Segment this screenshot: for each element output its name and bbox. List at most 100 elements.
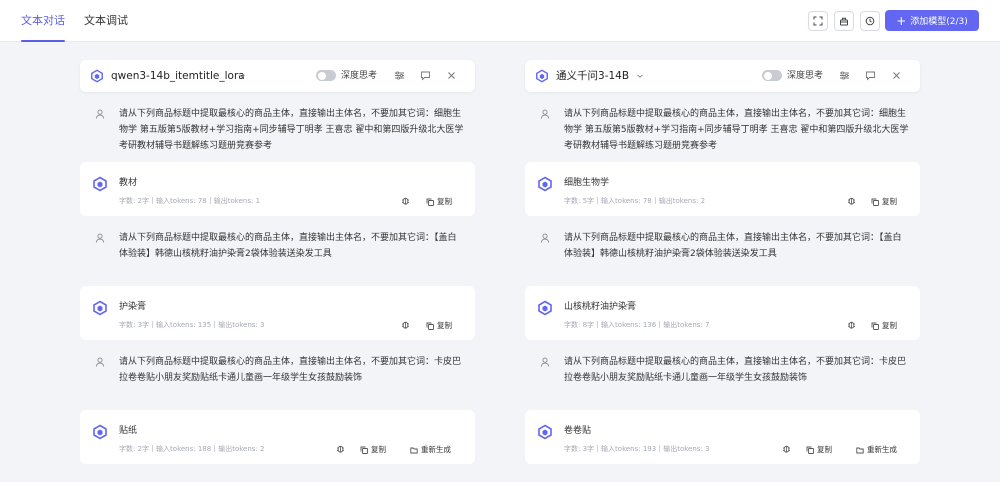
regenerate-button[interactable]: 重新生成 bbox=[856, 444, 897, 455]
settings-sliders-icon[interactable] bbox=[394, 70, 405, 81]
output-tokens: 输出tokens: 3 bbox=[663, 445, 710, 453]
settings-sliders-icon[interactable] bbox=[839, 70, 850, 81]
fullscreen-button[interactable] bbox=[808, 11, 828, 31]
user-message: 请从下列商品标题中提取最核心的商品主体，直接输出主体名，不要加其它词：卡皮巴拉卷… bbox=[525, 354, 920, 402]
deep-think-toggle[interactable] bbox=[762, 70, 782, 81]
output-tokens: 输出tokens: 2 bbox=[218, 445, 265, 453]
debug-icon[interactable] bbox=[401, 196, 410, 205]
copy-button[interactable]: 复制 bbox=[871, 320, 897, 331]
output-tokens: 输出tokens: 3 bbox=[218, 321, 265, 329]
input-tokens: 输入tokens: 136 bbox=[601, 321, 657, 329]
regenerate-label: 重新生成 bbox=[421, 445, 451, 454]
user-message: 请从下列商品标题中提取最核心的商品主体，直接输出主体名，不要加其它词：细胞生物学… bbox=[525, 106, 920, 154]
copy-button[interactable]: 复制 bbox=[806, 444, 832, 455]
debug-icon[interactable] bbox=[782, 444, 791, 453]
deep-think-label: 深度思考 bbox=[341, 71, 378, 81]
assistant-reply-text: 护染膏 bbox=[119, 302, 147, 312]
assistant-reply-text: 贴纸 bbox=[119, 426, 138, 436]
model-logo-icon bbox=[93, 424, 107, 440]
user-icon bbox=[540, 109, 550, 119]
model-column-right: 通义千问3-14B 深度思考 请从下列商品标题中提取最核心的商品主体，直接输出主… bbox=[525, 60, 920, 464]
prompt-icon[interactable] bbox=[420, 70, 431, 81]
assistant-reply-card: 教材 字数: 2字 输入tokens: 78 输出tokens: 1 复制 bbox=[80, 162, 475, 216]
add-model-label: 添加模型(2/3) bbox=[910, 17, 968, 27]
assistant-reply-card: 护染膏 字数: 3字 输入tokens: 135 输出tokens: 3 复制 bbox=[80, 286, 475, 340]
user-icon bbox=[95, 233, 105, 243]
output-tokens: 输出tokens: 1 bbox=[213, 197, 261, 205]
char-count: 字数: 8字 bbox=[564, 321, 595, 329]
char-count: 字数: 3字 bbox=[564, 445, 595, 453]
debug-icon[interactable] bbox=[847, 320, 856, 329]
user-message-text: 请从下列商品标题中提取最核心的商品主体，直接输出主体名，不要加其它词：细胞生物学… bbox=[119, 109, 464, 151]
model-column-left: qwen3-14b_itemtitle_lora 深度思考 请从下列商品标题中提… bbox=[80, 60, 475, 464]
copy-icon bbox=[871, 322, 879, 330]
copy-button[interactable]: 复制 bbox=[871, 196, 897, 207]
prompt-icon[interactable] bbox=[865, 70, 876, 81]
regenerate-button[interactable]: 重新生成 bbox=[410, 444, 451, 455]
debug-icon[interactable] bbox=[401, 320, 410, 329]
copy-button[interactable]: 复制 bbox=[360, 444, 386, 455]
model-logo-icon bbox=[93, 176, 107, 192]
input-tokens: 输入tokens: 193 bbox=[601, 445, 657, 453]
copy-icon bbox=[871, 198, 879, 206]
deep-think-label: 深度思考 bbox=[787, 71, 824, 81]
assistant-reply-text: 卷卷贴 bbox=[564, 426, 592, 436]
tab-text-debug[interactable]: 文本调试 bbox=[84, 0, 128, 42]
model-logo-icon bbox=[538, 176, 552, 192]
clear-icon bbox=[840, 17, 848, 26]
output-tokens: 输出tokens: 7 bbox=[663, 321, 710, 329]
history-icon bbox=[865, 16, 875, 26]
input-tokens: 输入tokens: 188 bbox=[156, 445, 212, 453]
model-logo-icon bbox=[538, 300, 552, 316]
copy-label: 复制 bbox=[437, 197, 452, 206]
model-logo-icon bbox=[93, 300, 107, 316]
add-model-button[interactable]: + 添加模型(2/3) bbox=[885, 10, 979, 31]
debug-icon[interactable] bbox=[336, 444, 345, 453]
copy-label: 复制 bbox=[882, 321, 897, 330]
model-header: 通义千问3-14B 深度思考 bbox=[525, 60, 920, 92]
copy-button[interactable]: 复制 bbox=[426, 196, 452, 207]
model-header: qwen3-14b_itemtitle_lora 深度思考 bbox=[80, 60, 475, 92]
copy-button[interactable]: 复制 bbox=[426, 320, 452, 331]
deep-think-toggle[interactable] bbox=[316, 70, 336, 81]
input-tokens: 输入tokens: 135 bbox=[156, 321, 212, 329]
reply-stats: 字数: 2字 输入tokens: 78 输出tokens: 1 bbox=[119, 196, 260, 206]
chevron-down-icon[interactable] bbox=[238, 72, 246, 80]
user-message-text: 请从下列商品标题中提取最核心的商品主体，直接输出主体名，不要加其它词：【盖白体验… bbox=[564, 233, 902, 259]
copy-icon bbox=[426, 322, 434, 330]
char-count: 字数: 5字 bbox=[564, 197, 595, 205]
folder-icon bbox=[856, 447, 864, 453]
copy-label: 复制 bbox=[371, 445, 386, 454]
model-name[interactable]: 通义千问3-14B bbox=[556, 60, 629, 92]
close-icon[interactable] bbox=[446, 70, 457, 81]
copy-icon bbox=[360, 446, 368, 454]
regenerate-label: 重新生成 bbox=[867, 445, 897, 454]
chevron-down-icon[interactable] bbox=[636, 72, 644, 80]
top-bar: 文本对话 文本调试 + 添加模型(2/3) bbox=[0, 0, 1000, 42]
user-message: 请从下列商品标题中提取最核心的商品主体，直接输出主体名，不要加其它词：【盖白体验… bbox=[80, 230, 475, 278]
reply-stats: 字数: 8字 输入tokens: 136 输出tokens: 7 bbox=[564, 320, 709, 330]
user-message: 请从下列商品标题中提取最核心的商品主体，直接输出主体名，不要加其它词：细胞生物学… bbox=[80, 106, 475, 154]
close-icon[interactable] bbox=[891, 70, 902, 81]
model-logo-icon bbox=[91, 69, 103, 83]
assistant-reply-text: 细胞生物学 bbox=[564, 178, 610, 188]
input-tokens: 输入tokens: 78 bbox=[156, 197, 207, 205]
copy-label: 复制 bbox=[817, 445, 832, 454]
reply-stats: 字数: 5字 输入tokens: 78 输出tokens: 2 bbox=[564, 196, 705, 206]
clear-button[interactable] bbox=[834, 11, 854, 31]
output-tokens: 输出tokens: 2 bbox=[658, 197, 706, 205]
assistant-reply-card: 山核桃籽油护染膏 字数: 8字 输入tokens: 136 输出tokens: 7 … bbox=[525, 286, 920, 340]
assistant-reply-card: 卷卷贴 字数: 3字 输入tokens: 193 输出tokens: 3 复制 重新… bbox=[525, 410, 920, 464]
reply-stats: 字数: 3字 输入tokens: 135 输出tokens: 3 bbox=[119, 320, 264, 330]
user-message-text: 请从下列商品标题中提取最核心的商品主体，直接输出主体名，不要加其它词：【盖白体验… bbox=[119, 233, 457, 259]
reply-stats: 字数: 2字 输入tokens: 188 输出tokens: 2 bbox=[119, 444, 264, 454]
tab-text-chat[interactable]: 文本对话 bbox=[21, 0, 65, 42]
debug-icon[interactable] bbox=[847, 196, 856, 205]
model-logo-icon bbox=[536, 69, 548, 83]
assistant-reply-card: 细胞生物学 字数: 5字 输入tokens: 78 输出tokens: 2 复制 bbox=[525, 162, 920, 216]
plus-icon: + bbox=[896, 13, 907, 28]
user-message-text: 请从下列商品标题中提取最核心的商品主体，直接输出主体名，不要加其它词：卡皮巴拉卷… bbox=[119, 357, 462, 383]
history-button[interactable] bbox=[860, 11, 880, 31]
assistant-reply-text: 山核桃籽油护染膏 bbox=[564, 302, 637, 312]
model-name[interactable]: qwen3-14b_itemtitle_lora bbox=[111, 60, 245, 92]
